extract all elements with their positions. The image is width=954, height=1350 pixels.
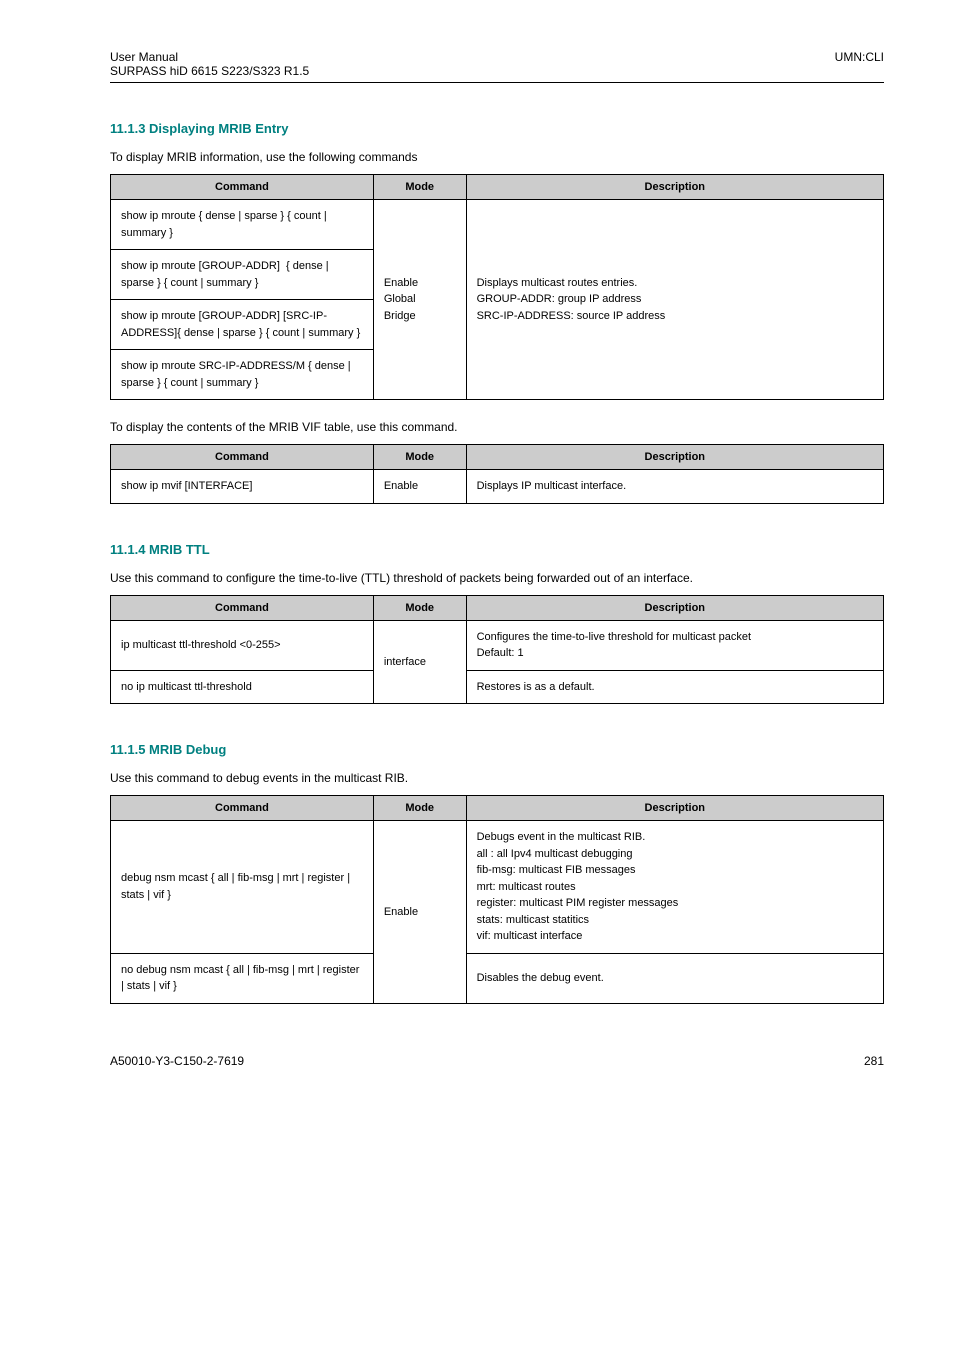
- section-heading-mrib-ttl: 11.1.4 MRIB TTL: [110, 542, 884, 557]
- page: User Manual SURPASS hiD 6615 S223/S323 R…: [0, 0, 954, 1098]
- header-left: User Manual SURPASS hiD 6615 S223/S323 R…: [110, 50, 309, 78]
- section1-intro2: To display the contents of the MRIB VIF …: [110, 418, 884, 436]
- section2-intro: Use this command to configure the time-t…: [110, 569, 884, 587]
- section1-intro: To display MRIB information, use the fol…: [110, 148, 884, 166]
- cmd-cell: show ip mroute [GROUP-ADDR] { dense | sp…: [111, 250, 374, 300]
- table-mrib-debug: Command Mode Description debug nsm mcast…: [110, 795, 884, 1004]
- th-description: Description: [466, 595, 883, 620]
- cmd-cell: show ip mroute SRC-IP-ADDRESS/M { dense …: [111, 350, 374, 400]
- table-row: show ip mroute { dense | sparse } { coun…: [111, 200, 884, 250]
- th-mode: Mode: [373, 595, 466, 620]
- desc-cell: Displays multicast routes entries. GROUP…: [466, 200, 883, 400]
- table-row: show ip mvif [INTERFACE] Enable Displays…: [111, 470, 884, 504]
- table-header-row: Command Mode Description: [111, 796, 884, 821]
- th-command: Command: [111, 595, 374, 620]
- table-row: ip multicast ttl-threshold <0-255> inter…: [111, 620, 884, 670]
- mode-cell: interface: [373, 620, 466, 704]
- footer-left: A50010-Y3-C150-2-7619: [110, 1054, 244, 1068]
- table-header-row: Command Mode Description: [111, 445, 884, 470]
- table-header-row: Command Mode Description: [111, 595, 884, 620]
- cmd-cell: show ip mvif [INTERFACE]: [111, 470, 374, 504]
- desc-cell: Disables the debug event.: [466, 953, 883, 1003]
- table-mrib-vif: Command Mode Description show ip mvif [I…: [110, 444, 884, 504]
- desc-cell: Debugs event in the multicast RIB. all :…: [466, 821, 883, 954]
- header: User Manual SURPASS hiD 6615 S223/S323 R…: [110, 50, 884, 78]
- th-description: Description: [466, 796, 883, 821]
- header-rule: [110, 82, 884, 83]
- mode-cell: Enable Global Bridge: [373, 200, 466, 400]
- desc-cell: Configures the time-to-live threshold fo…: [466, 620, 883, 670]
- cmd-cell: show ip mroute [GROUP-ADDR] [SRC-IP-ADDR…: [111, 300, 374, 350]
- th-mode: Mode: [373, 796, 466, 821]
- footer-right: 281: [864, 1054, 884, 1068]
- desc-cell: Displays IP multicast interface.: [466, 470, 883, 504]
- th-command: Command: [111, 796, 374, 821]
- th-mode: Mode: [373, 175, 466, 200]
- mode-cell: Enable: [373, 470, 466, 504]
- cmd-cell: debug nsm mcast { all | fib-msg | mrt | …: [111, 821, 374, 954]
- cmd-cell: ip multicast ttl-threshold <0-255>: [111, 620, 374, 670]
- cmd-cell: no ip multicast ttl-threshold: [111, 670, 374, 704]
- th-command: Command: [111, 445, 374, 470]
- th-description: Description: [466, 445, 883, 470]
- table-row: no ip multicast ttl-threshold Restores i…: [111, 670, 884, 704]
- header-left-line2: SURPASS hiD 6615 S223/S323 R1.5: [110, 64, 309, 78]
- table-row: debug nsm mcast { all | fib-msg | mrt | …: [111, 821, 884, 954]
- footer: A50010-Y3-C150-2-7619 281: [110, 1054, 884, 1068]
- th-command: Command: [111, 175, 374, 200]
- table-header-row: Command Mode Description: [111, 175, 884, 200]
- th-mode: Mode: [373, 445, 466, 470]
- table-mrib-ttl: Command Mode Description ip multicast tt…: [110, 595, 884, 705]
- mode-cell: Enable: [373, 821, 466, 1004]
- header-left-line1: User Manual: [110, 50, 309, 64]
- section-heading-mrib-entry: 11.1.3 Displaying MRIB Entry: [110, 121, 884, 136]
- desc-cell: Restores is as a default.: [466, 670, 883, 704]
- table-mrib-entry: Command Mode Description show ip mroute …: [110, 174, 884, 400]
- table-row: no debug nsm mcast { all | fib-msg | mrt…: [111, 953, 884, 1003]
- cmd-cell: show ip mroute { dense | sparse } { coun…: [111, 200, 374, 250]
- section-heading-mrib-debug: 11.1.5 MRIB Debug: [110, 742, 884, 757]
- section3-intro: Use this command to debug events in the …: [110, 769, 884, 787]
- cmd-cell: no debug nsm mcast { all | fib-msg | mrt…: [111, 953, 374, 1003]
- header-right: UMN:CLI: [835, 50, 884, 78]
- th-description: Description: [466, 175, 883, 200]
